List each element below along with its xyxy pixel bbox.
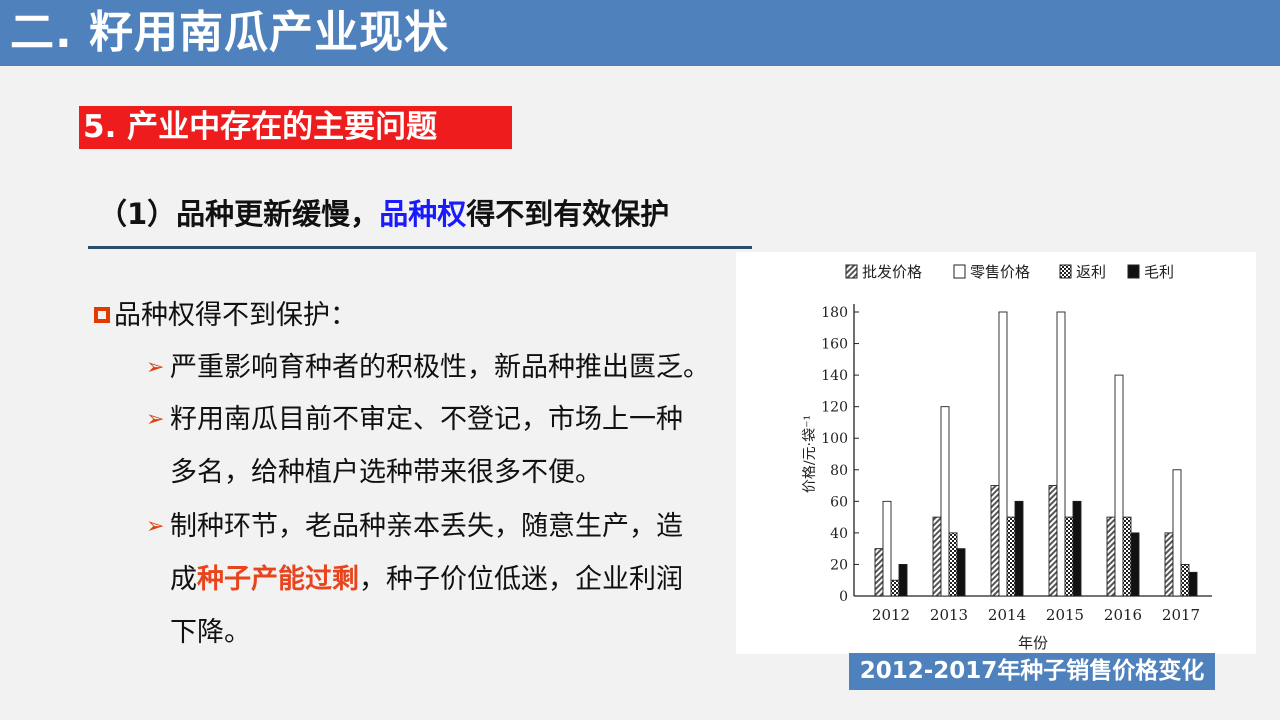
arrow-bullet-icon: ➢ — [146, 407, 165, 432]
sub-bullet-text: 制种环节，老品种亲本丢失，随意生产，造 — [170, 511, 683, 542]
x-tick-label: 2013 — [930, 606, 968, 624]
chart-panel: 批发价格 零售价格 返利 毛利 0 20 40 60 80 100 120 140 160 180 价格/… — [736, 252, 1256, 654]
bar-checkered — [948, 532, 958, 597]
x-tick-label: 2012 — [872, 606, 910, 624]
bar-white — [940, 406, 950, 597]
bar-checkered — [1122, 516, 1132, 597]
y-axis-label: 价格/元·袋⁻¹ — [802, 415, 818, 493]
legend-swatch — [1127, 264, 1140, 279]
bar-white — [1172, 469, 1182, 597]
y-tick-label: 80 — [830, 463, 848, 479]
bar-hatched — [990, 485, 1000, 597]
legend-swatch — [845, 264, 858, 279]
section-label: 5. 产业中存在的主要问题 — [79, 106, 512, 149]
bar-black — [1014, 500, 1024, 597]
x-tick-label: 2017 — [1162, 606, 1200, 624]
bar-hatched — [932, 516, 942, 597]
bar-black — [956, 548, 966, 597]
bar-white — [1056, 311, 1066, 597]
title-bar: 二. 籽用南瓜产业现状 — [0, 0, 1280, 66]
subheading: （1）品种更新缓慢，品种权得不到有效保护 — [98, 192, 669, 236]
x-tick-label: 2014 — [988, 606, 1026, 624]
y-tick-label: 120 — [821, 400, 848, 416]
x-tick-label: 2016 — [1104, 606, 1142, 624]
arrow-bullet-icon: ➢ — [146, 355, 165, 380]
bar-black — [898, 563, 908, 597]
sub-bullet-text: 成种子产能过剩，种子价位低迷，企业利润 — [170, 564, 683, 595]
y-tick-label: 160 — [821, 337, 848, 353]
y-tick-label: 0 — [839, 589, 848, 605]
chart-caption: 2012-2017年种子销售价格变化 — [849, 653, 1215, 690]
y-tick-label: 60 — [830, 494, 848, 510]
bar-black — [1188, 571, 1198, 597]
bar-hatched — [1106, 516, 1116, 597]
bar-white — [882, 500, 892, 597]
y-tick-label: 140 — [821, 368, 848, 384]
main-bullet-text: 品种权得不到保护： — [114, 300, 357, 331]
y-tick-label: 40 — [830, 526, 848, 542]
y-tick-label: 100 — [821, 431, 848, 447]
legend-swatch — [1059, 264, 1072, 279]
sub-bullet-text: 下降。 — [170, 617, 251, 648]
sub-bullet-text: 多名，给种植户选种带来很多不便。 — [170, 457, 602, 488]
y-tick-label: 180 — [821, 305, 848, 321]
sub-bullet-text: 籽用南瓜目前不审定、不登记，市场上一种 — [170, 404, 683, 435]
bar-checkered — [890, 579, 900, 597]
bar-white — [998, 311, 1008, 597]
bar-checkered — [1006, 516, 1016, 597]
bar-checkered — [1180, 563, 1190, 597]
square-bullet-icon — [94, 306, 110, 323]
bar-hatched — [1164, 532, 1174, 597]
bar-hatched — [874, 548, 884, 597]
legend-swatch — [953, 264, 966, 279]
subheading-divider — [88, 246, 752, 249]
bar-black — [1072, 500, 1082, 597]
arrow-bullet-icon: ➢ — [146, 514, 165, 539]
bar-black — [1130, 532, 1140, 597]
bar-hatched — [1048, 485, 1058, 597]
bar-white — [1114, 374, 1124, 597]
subheading-prefix: （1）品种更新缓慢， — [98, 197, 380, 231]
highlight-text: 种子产能过剩 — [197, 564, 359, 595]
x-tick-label: 2015 — [1046, 606, 1084, 624]
price-bar-chart: 批发价格 零售价格 返利 毛利 0 20 40 60 80 100 120 140 160 180 价格/… — [802, 263, 1212, 652]
sub-bullet-text: 严重影响育种者的积极性，新品种推出匮乏。 — [170, 352, 710, 383]
legend-label: 毛利 — [1144, 263, 1174, 281]
legend-label: 批发价格 — [862, 263, 922, 281]
bar-checkered — [1064, 516, 1074, 597]
legend-label: 零售价格 — [970, 263, 1030, 281]
subheading-highlight: 品种权 — [379, 197, 467, 231]
subheading-suffix: 得不到有效保护 — [466, 197, 670, 231]
y-tick-label: 20 — [830, 557, 848, 573]
x-axis-label: 年份 — [1018, 634, 1048, 652]
main-bullet: 品种权得不到保护： — [94, 296, 357, 336]
page-title: 二. 籽用南瓜产业现状 — [10, 7, 450, 58]
legend-label: 返利 — [1076, 263, 1106, 281]
